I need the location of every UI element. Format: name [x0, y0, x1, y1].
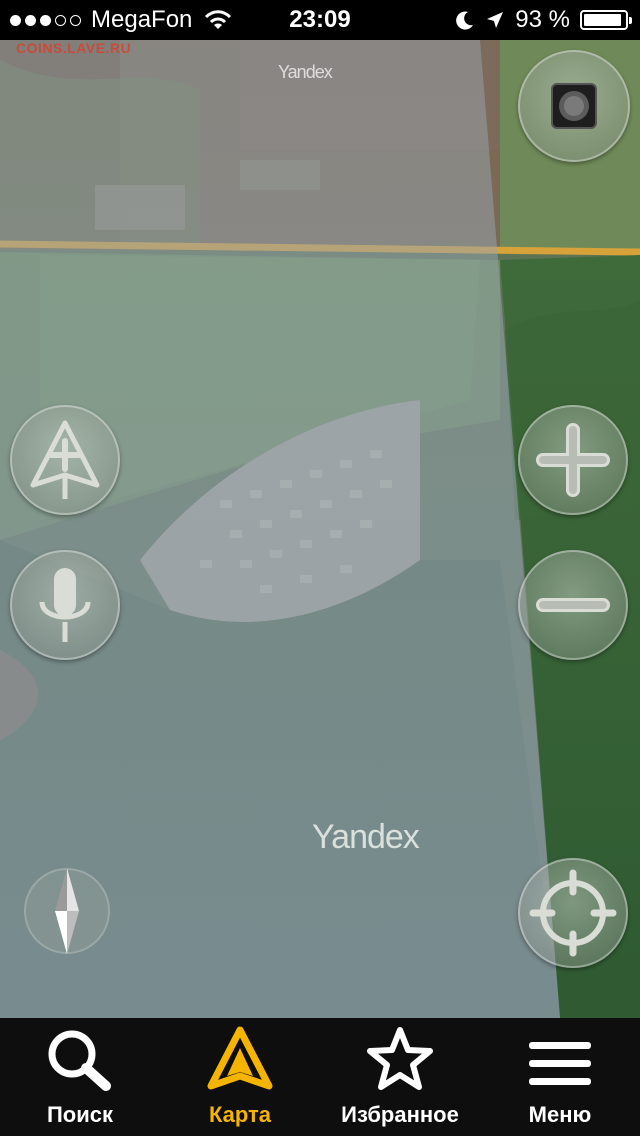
- tab-label: Поиск: [46, 1102, 114, 1127]
- plus-icon: [536, 423, 610, 497]
- voice-search-button[interactable]: [10, 550, 120, 660]
- tab-search[interactable]: Поиск: [0, 1018, 160, 1136]
- tab-bar: Поиск Карта Избранное Меню: [0, 1018, 640, 1136]
- tab-label: Избранное: [341, 1102, 459, 1127]
- compass-button[interactable]: [24, 868, 110, 954]
- map-watermark: Yandex: [312, 818, 420, 856]
- map-view[interactable]: Yandex Yandex COINS.LAVE.RU: [0, 0, 640, 1018]
- battery-percent: 93 %: [515, 6, 570, 33]
- traffic-light-icon: [551, 83, 597, 129]
- tab-label: Карта: [208, 1102, 272, 1127]
- tab-favorites[interactable]: Избранное: [320, 1018, 480, 1136]
- tab-label: Меню: [528, 1102, 592, 1127]
- crosshair-icon: [529, 869, 617, 957]
- microphone-icon: [39, 568, 91, 642]
- battery-icon: [580, 10, 632, 30]
- route-plus-icon: [30, 420, 100, 499]
- traffic-button[interactable]: [518, 50, 630, 162]
- map-watermark: Yandex: [278, 62, 333, 82]
- zoom-out-button[interactable]: [518, 550, 628, 660]
- zoom-in-button[interactable]: [518, 405, 628, 515]
- site-watermark: COINS.LAVE.RU: [16, 40, 132, 56]
- moon-icon: [456, 11, 474, 30]
- status-bar: MegaFon 23:09 93 %: [0, 0, 640, 40]
- add-route-button[interactable]: [10, 405, 120, 515]
- menu-icon: [529, 1042, 591, 1085]
- tab-menu[interactable]: Меню: [480, 1018, 640, 1136]
- map-arrow-icon: [207, 1026, 273, 1090]
- location-arrow-icon: [487, 12, 504, 28]
- tab-map[interactable]: Карта: [160, 1018, 320, 1136]
- compass-icon: [55, 868, 79, 954]
- star-icon: [367, 1027, 433, 1090]
- minus-icon: [536, 598, 610, 612]
- search-icon: [48, 1030, 111, 1091]
- my-location-button[interactable]: [518, 858, 628, 968]
